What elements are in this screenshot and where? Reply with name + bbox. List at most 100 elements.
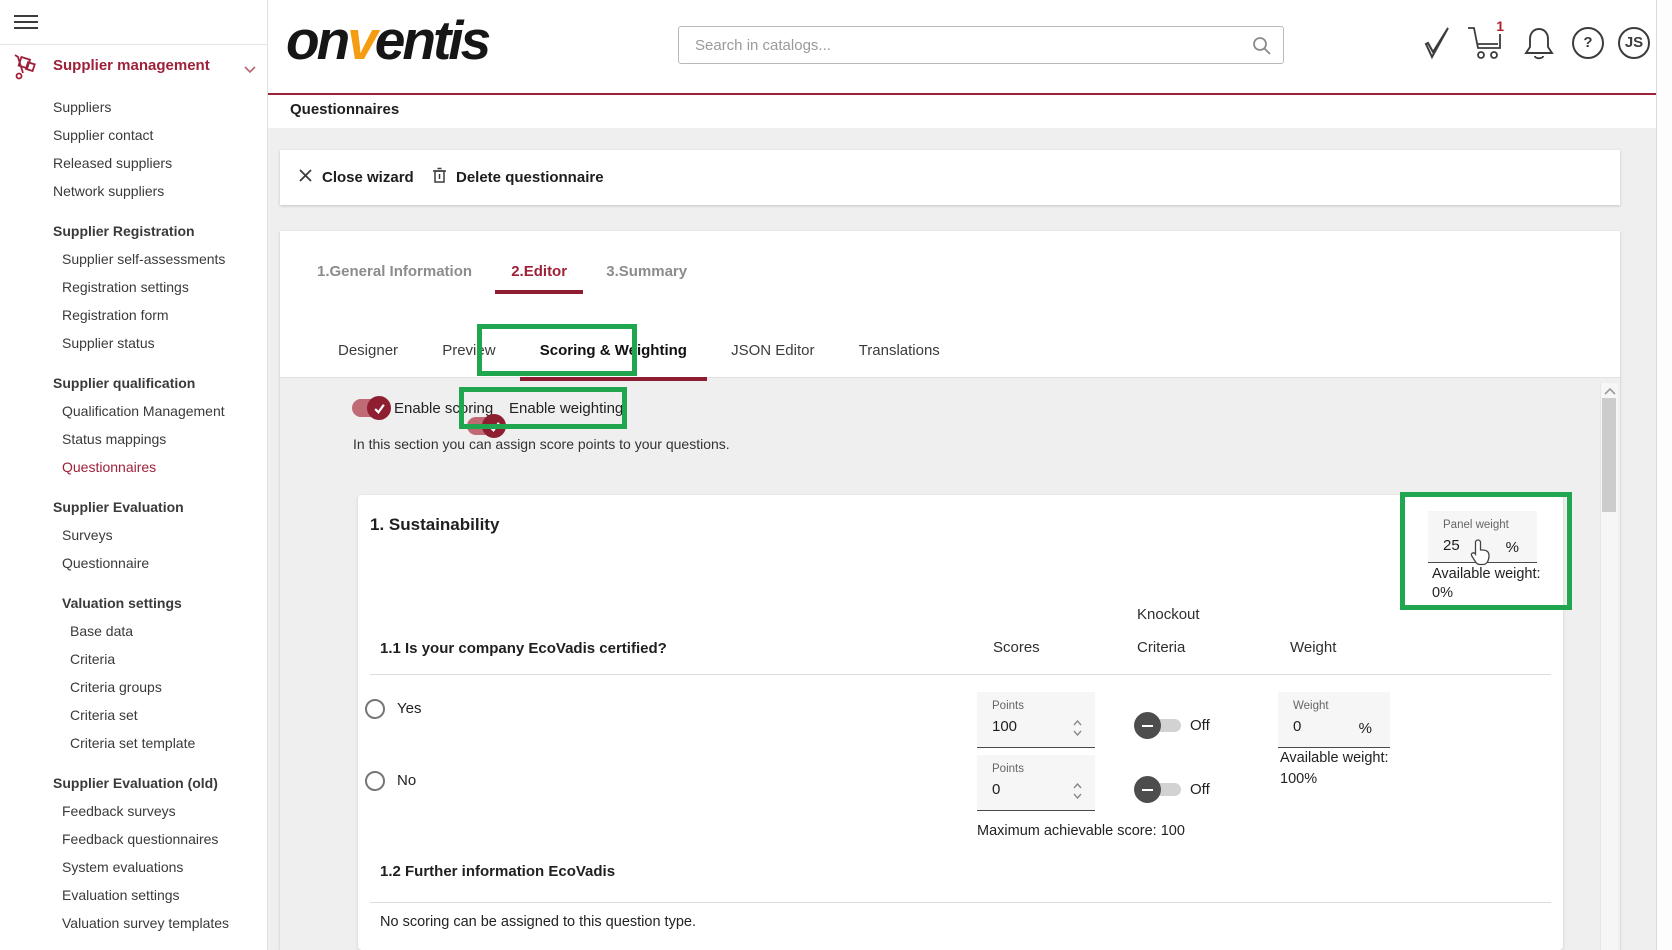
onventis-logo[interactable]: onventis — [286, 8, 488, 72]
points-label: Points — [992, 763, 1024, 775]
delete-questionnaire-label: Delete questionnaire — [456, 169, 604, 186]
help-icon[interactable]: ? — [1572, 27, 1604, 59]
points-label: Points — [992, 700, 1024, 712]
sidebar-item[interactable]: Supplier contact — [0, 121, 268, 149]
sidebar-nav: Suppliers Supplier contact Released supp… — [0, 93, 268, 937]
scoring-intro-text: In this section you can assign score poi… — [353, 436, 730, 452]
sidebar-item[interactable]: Supplier status — [0, 329, 268, 357]
sidebar-item[interactable]: Base data — [0, 617, 268, 645]
knockout-state-no: Off — [1190, 776, 1210, 803]
question-available-weight-value: 100% — [1280, 771, 1317, 787]
sidebar-item[interactable]: Feedback surveys — [0, 797, 268, 825]
tab-scoring-weighting[interactable]: Scoring & Weighting — [520, 341, 707, 381]
knockout-toggle-no[interactable]: Off — [1134, 776, 1254, 803]
delete-questionnaire-button[interactable]: Delete questionnaire — [432, 150, 604, 205]
option-no-radio[interactable] — [365, 771, 385, 791]
notifications-bell-icon[interactable] — [1522, 25, 1556, 66]
sidebar-item[interactable]: Criteria set — [0, 701, 268, 729]
handtruck-icon — [10, 52, 40, 86]
search-icon[interactable] — [1251, 35, 1273, 61]
option-no-label: No — [397, 771, 416, 791]
question-2-title: 1.2 Further information EcoVadis — [380, 863, 615, 881]
stepper-icon[interactable] — [1072, 782, 1083, 804]
panel-available-weight-value: 0% — [1432, 585, 1453, 601]
logo-text: entis — [375, 9, 488, 71]
toggle-check-icon — [482, 414, 506, 438]
sidebar-section-header: Supplier Evaluation — [0, 493, 268, 521]
sidebar-section-header: Supplier Evaluation (old) — [0, 769, 268, 797]
toggle-check-icon — [367, 396, 391, 420]
tab-translations[interactable]: Translations — [839, 341, 960, 377]
wizard-steps: 1.General Information 2.Editor 3.Summary — [301, 262, 706, 294]
knockout-toggle-yes[interactable]: Off — [1134, 712, 1254, 739]
sidebar-item[interactable]: Status mappings — [0, 425, 268, 453]
weight-input[interactable] — [1293, 718, 1348, 735]
points-input-yes[interactable] — [992, 718, 1047, 735]
cart-icon[interactable]: 1 — [1464, 22, 1506, 62]
close-wizard-button[interactable]: Close wizard — [298, 150, 414, 205]
sidebar-item-questionnaires[interactable]: Questionnaires — [0, 453, 268, 481]
option-yes-radio[interactable] — [365, 699, 385, 719]
sidebar-item[interactable]: Criteria groups — [0, 673, 268, 701]
trash-icon — [432, 167, 447, 188]
minus-icon — [1134, 776, 1161, 803]
enable-scoring-toggle[interactable] — [352, 399, 388, 417]
brand-divider — [268, 93, 1656, 95]
column-header-scores: Scores — [993, 640, 1040, 656]
sidebar-item[interactable]: Registration settings — [0, 273, 268, 301]
chevron-down-icon[interactable] — [244, 61, 256, 78]
sidebar-item[interactable]: Suppliers — [0, 93, 268, 121]
sidebar-item[interactable]: Questionnaire — [0, 549, 268, 577]
wizard-toolbar: Close wizard Delete questionnaire — [280, 150, 1620, 205]
option-yes-label: Yes — [397, 699, 421, 719]
stepper-icon[interactable] — [1072, 719, 1083, 741]
sidebar-item[interactable]: System evaluations — [0, 853, 268, 881]
enable-scoring-label: Enable scoring — [394, 400, 493, 418]
row-divider — [370, 902, 1551, 903]
sidebar-root-label: Supplier management — [53, 57, 210, 74]
mouse-cursor-icon — [1470, 539, 1492, 566]
sidebar-item[interactable]: Criteria set template — [0, 729, 268, 757]
search-input[interactable] — [695, 27, 1235, 63]
sidebar-item[interactable]: Valuation survey templates — [0, 909, 268, 937]
sidebar-item[interactable]: Registration form — [0, 301, 268, 329]
panel-title: 1. Sustainability — [370, 515, 499, 535]
enable-weighting-toggle[interactable] — [467, 417, 503, 435]
avatar[interactable]: JS — [1618, 27, 1650, 59]
menu-icon[interactable] — [14, 15, 38, 29]
step-general-information[interactable]: 1.General Information — [301, 262, 488, 290]
points-input-no[interactable] — [992, 781, 1047, 798]
editor-tabs: Designer Preview Scoring & Weighting JSO… — [318, 341, 960, 381]
sidebar-item[interactable]: Network suppliers — [0, 177, 268, 205]
sidebar-section-header: Supplier Registration — [0, 217, 268, 245]
logo-text: on — [286, 9, 347, 71]
sidebar-item[interactable]: Supplier self-assessments — [0, 245, 268, 273]
tab-preview[interactable]: Preview — [422, 341, 515, 377]
sidebar-item[interactable]: Surveys — [0, 521, 268, 549]
sidebar-item[interactable]: Released suppliers — [0, 149, 268, 177]
cart-count-badge: 1 — [1496, 18, 1504, 34]
weight-field: Weight % — [1278, 692, 1390, 748]
tab-designer[interactable]: Designer — [318, 341, 418, 377]
sidebar-item[interactable]: Qualification Management — [0, 397, 268, 425]
step-summary[interactable]: 3.Summary — [590, 262, 703, 290]
column-header-criteria: Criteria — [1137, 640, 1185, 656]
panel-scrollbar-thumb[interactable] — [1602, 398, 1616, 512]
browser-scrollbar[interactable] — [1656, 0, 1672, 950]
sidebar-item-supplier-management[interactable]: Supplier management — [0, 52, 268, 82]
sidebar-section-header: Supplier qualification — [0, 369, 268, 397]
panel-available-weight-label: Available weight: — [1432, 566, 1541, 582]
enable-weighting-label: Enable weighting — [509, 400, 623, 418]
checkmark-icon[interactable] — [1418, 24, 1454, 66]
row-divider — [370, 674, 1551, 675]
catalog-search — [678, 26, 1284, 64]
question-1-title: 1.1 Is your company EcoVadis certified? — [380, 640, 667, 658]
column-header-knockout: Knockout — [1137, 607, 1200, 623]
percent-suffix: % — [1359, 720, 1372, 737]
step-editor[interactable]: 2.Editor — [495, 262, 583, 294]
weight-label: Weight — [1293, 700, 1329, 712]
sidebar-item[interactable]: Feedback questionnaires — [0, 825, 268, 853]
sidebar-item[interactable]: Criteria — [0, 645, 268, 673]
sidebar-item[interactable]: Evaluation settings — [0, 881, 268, 909]
tab-json-editor[interactable]: JSON Editor — [711, 341, 834, 377]
